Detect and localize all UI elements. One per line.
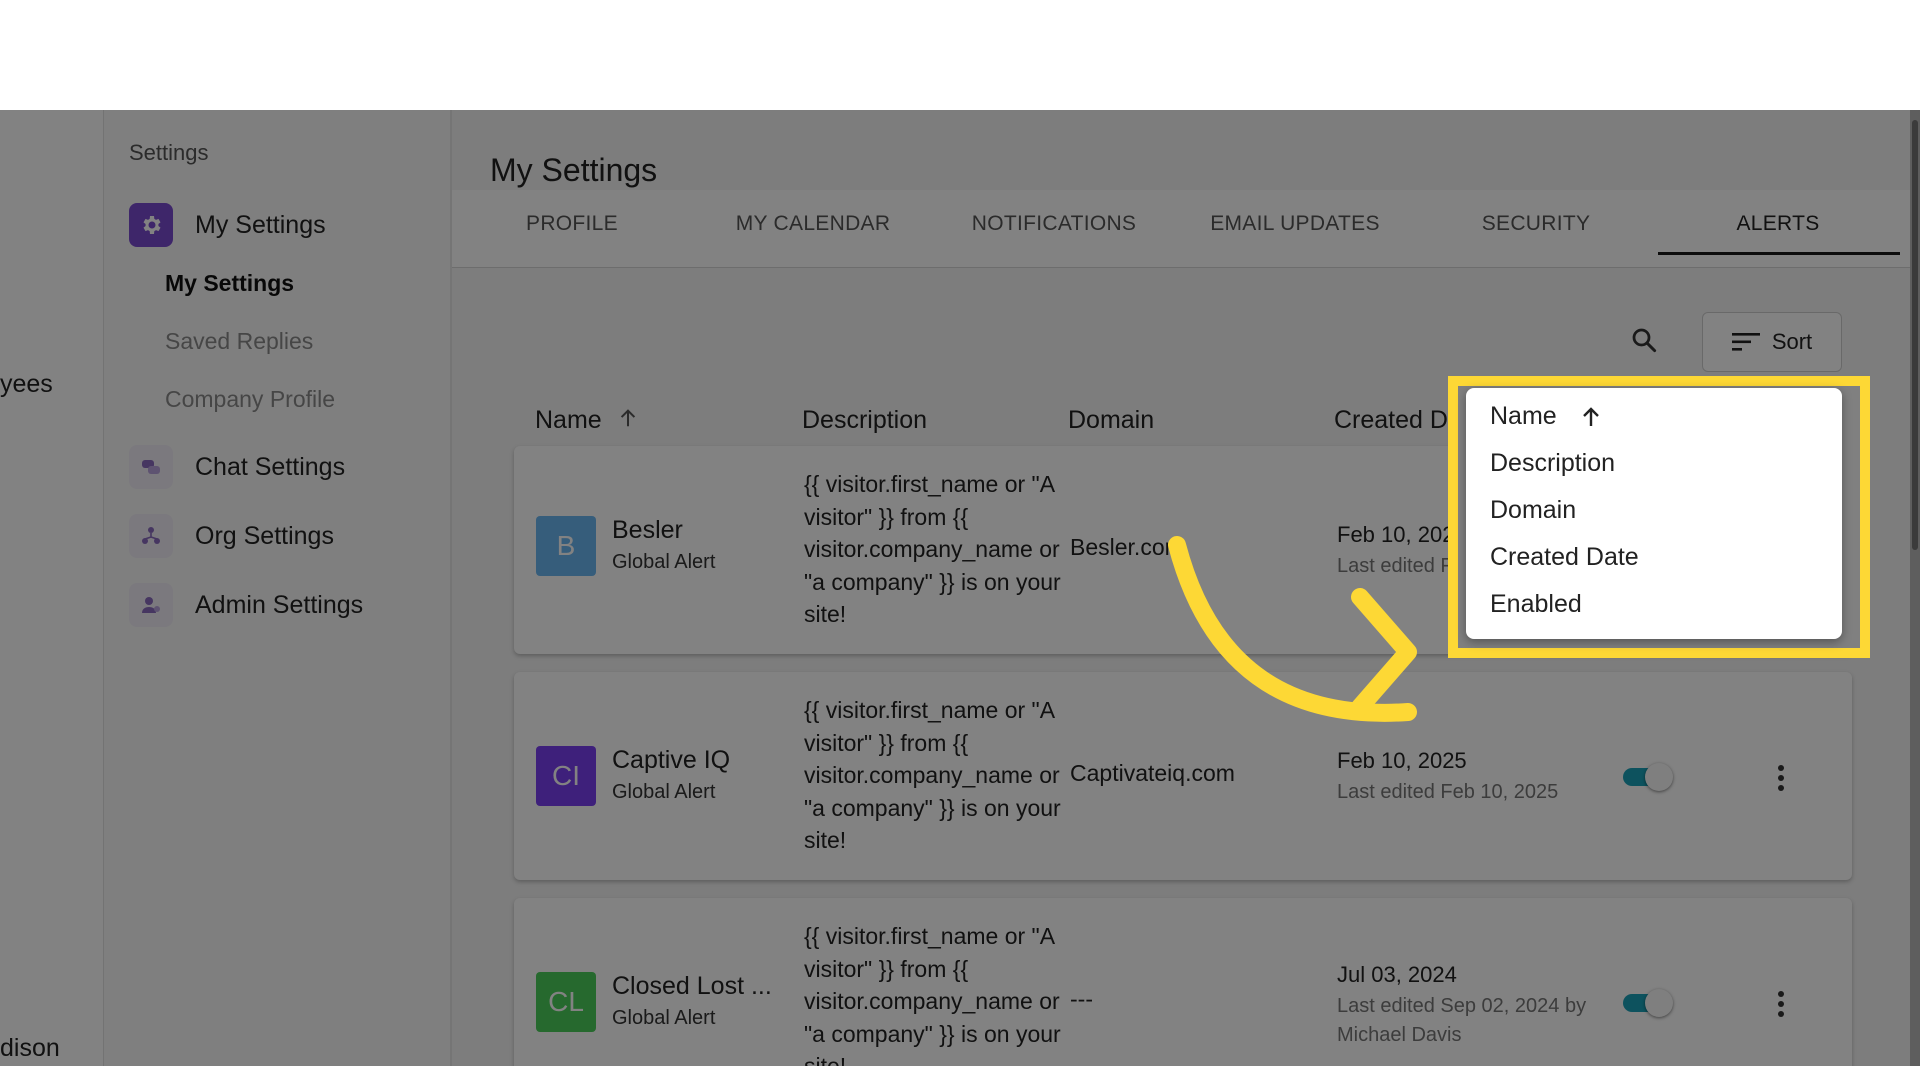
pointer-arrow-annotation — [1168, 536, 1417, 722]
sort-option-description[interactable]: Description — [1490, 449, 1615, 478]
sort-option-domain[interactable]: Domain — [1490, 496, 1576, 525]
sort-menu: Name Description Domain Created Date Ena… — [1466, 388, 1842, 639]
scrollbar-thumb[interactable] — [1912, 120, 1918, 550]
arrow-up-icon — [1582, 406, 1599, 426]
scrollbar[interactable] — [1910, 110, 1920, 1066]
sort-option-created-date[interactable]: Created Date — [1490, 543, 1639, 572]
app-window: yees dison Settings My Settings My Setti… — [0, 110, 1920, 1066]
screen: yees dison Settings My Settings My Setti… — [0, 0, 1920, 1080]
sort-option-enabled[interactable]: Enabled — [1490, 590, 1582, 619]
sort-option-name[interactable]: Name — [1490, 402, 1603, 431]
